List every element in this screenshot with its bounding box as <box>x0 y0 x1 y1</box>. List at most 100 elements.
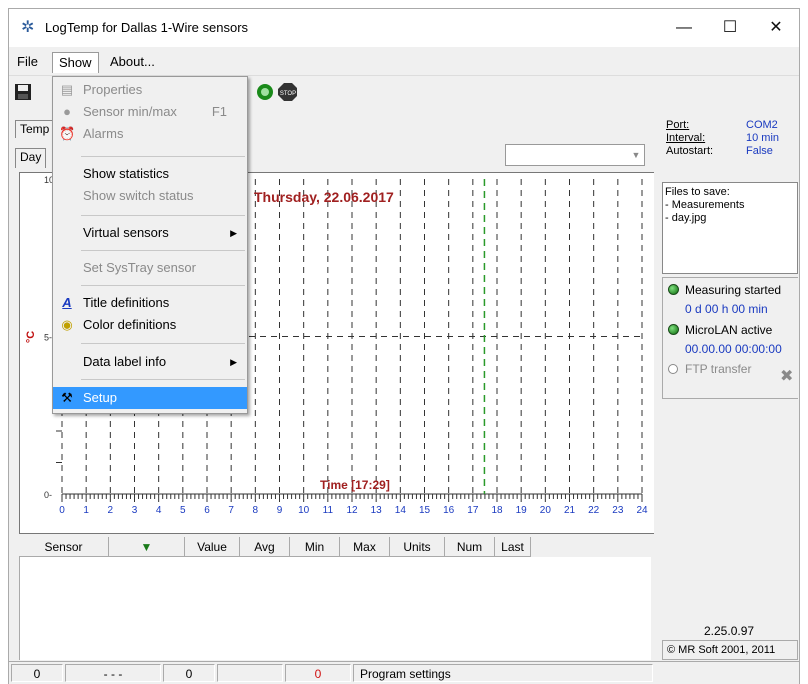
sort-down-icon: ▼ <box>140 540 153 554</box>
column-header-avg[interactable]: Avg <box>240 537 290 557</box>
port-label: Port: <box>666 119 690 131</box>
menu-separator <box>81 250 245 251</box>
menu-item-color-definitions[interactable]: ◉ Color definitions <box>53 314 247 336</box>
show-dropdown-menu: ▤ Properties ● Sensor min/max F1 ⏰ Alarm… <box>52 76 248 414</box>
info-box: Port: COM2 Interval: 10 min Autostart: F… <box>654 114 798 162</box>
ftp-radio[interactable] <box>668 364 678 374</box>
x-tick-label: 2 <box>108 505 114 516</box>
menu-item-label: Set SysTray sensor <box>83 260 196 275</box>
chart-time-label: Time [17:29] <box>320 478 390 492</box>
x-tick-label: 8 <box>253 505 259 516</box>
x-tick-label: 5 <box>180 505 186 516</box>
x-tick-label: 21 <box>564 505 576 516</box>
y-tick-label: 5- <box>44 333 52 343</box>
tab-day[interactable]: Day <box>15 148 47 168</box>
y-axis-unit-label: °C <box>25 331 37 343</box>
status-cell: 0 <box>11 664 63 682</box>
menu-item-title-definitions[interactable]: A Title definitions <box>53 292 247 314</box>
x-tick-label: 19 <box>516 505 528 516</box>
chevron-down-icon[interactable]: ▼ <box>630 149 642 161</box>
tools-icon: ⚒ <box>61 390 73 405</box>
column-header-max[interactable]: Max <box>340 537 390 557</box>
measuring-time: 0 d 00 h 00 min <box>685 302 768 316</box>
menu-item-label: Sensor min/max <box>83 104 177 119</box>
microlan-led-icon <box>668 324 679 335</box>
interval-value: 10 min <box>746 132 780 144</box>
menu-item-label: Alarms <box>83 126 124 141</box>
menu-item-show-switch-status[interactable]: Show switch status <box>53 185 247 207</box>
status-cell: - - - <box>65 664 161 682</box>
menu-item-setup[interactable]: ⚒ Setup <box>53 387 247 409</box>
y-tick-label: 0- <box>44 490 52 500</box>
menu-item-label: Virtual sensors <box>83 225 169 240</box>
maximize-button[interactable]: ☐ <box>707 9 753 47</box>
x-tick-label: 11 <box>323 505 334 516</box>
menu-item-alarms[interactable]: ⏰ Alarms <box>53 123 247 145</box>
menu-item-label: Setup <box>83 390 117 405</box>
column-header-min[interactable]: Min <box>290 537 340 557</box>
x-tick-label: 16 <box>443 505 455 516</box>
x-tick-label: 24 <box>636 505 648 516</box>
submenu-arrow-icon: ▶ <box>230 228 237 238</box>
menu-item-label: Title definitions <box>83 295 170 310</box>
x-tick-label: 4 <box>156 505 162 516</box>
ftp-disabled-icon: ✖ <box>780 368 794 385</box>
status-box: Measuring started 0 d 00 h 00 min MicroL… <box>662 277 798 399</box>
stop-icon[interactable]: STOP <box>277 82 297 102</box>
title-font-icon: A <box>62 295 72 310</box>
tab-temp[interactable]: Temp <box>15 120 55 138</box>
close-button[interactable]: ✕ <box>753 9 799 47</box>
x-tick-label: 17 <box>467 505 479 516</box>
menu-item-set-systray-sensor[interactable]: Set SysTray sensor <box>53 257 247 279</box>
file-item: - day.jpg <box>665 212 707 224</box>
properties-icon: ▤ <box>60 82 74 97</box>
menu-about[interactable]: About... <box>104 52 161 73</box>
column-header-last[interactable]: Last <box>495 537 531 557</box>
x-tick-label: 0 <box>59 505 65 516</box>
x-tick-label: 10 <box>298 505 310 516</box>
menu-item-label: Data label info <box>83 354 167 369</box>
status-bar: 0 - - - 0 0 Program settings <box>9 661 799 683</box>
column-header-value[interactable]: Value <box>185 537 240 557</box>
sort-column[interactable]: ▼ <box>109 537 185 557</box>
menu-file[interactable]: File <box>11 52 44 73</box>
sensor-select[interactable]: ▼ <box>505 144 645 166</box>
port-value: COM2 <box>746 119 778 131</box>
menu-item-sensor-minmax[interactable]: ● Sensor min/max F1 <box>53 101 247 123</box>
x-tick-label: 12 <box>346 505 358 516</box>
menu-item-virtual-sensors[interactable]: Virtual sensors ▶ <box>53 222 247 244</box>
column-header-num[interactable]: Num <box>445 537 495 557</box>
chart-date-title: Thursday, 22.06.2017 <box>254 189 394 205</box>
alarm-clock-icon: ⏰ <box>59 126 76 141</box>
start-icon[interactable] <box>255 82 275 102</box>
column-header-units[interactable]: Units <box>390 537 445 557</box>
menu-item-label: Show statistics <box>83 166 169 181</box>
x-tick-label: 18 <box>491 505 503 516</box>
x-tick-label: 7 <box>228 505 234 516</box>
minimize-button[interactable]: — <box>661 9 707 47</box>
menu-item-label: Show switch status <box>83 188 194 203</box>
interval-label: Interval: <box>666 132 706 144</box>
copyright-box: © MR Soft 2001, 2011 <box>662 640 798 660</box>
save-icon[interactable] <box>13 82 33 102</box>
x-tick-label: 14 <box>395 505 407 516</box>
app-logo-icon: ✲ <box>21 19 35 36</box>
menu-separator <box>81 343 245 344</box>
ftp-transfer-label: FTP transfer <box>685 362 752 376</box>
menu-show[interactable]: Show <box>52 52 99 73</box>
menu-item-label: Properties <box>83 82 143 97</box>
autostart-value: False <box>746 145 773 157</box>
status-cell <box>217 664 283 682</box>
menu-separator <box>81 285 245 286</box>
sensor-table-body[interactable] <box>19 557 651 660</box>
menu-item-data-label-info[interactable]: Data label info ▶ <box>53 351 247 373</box>
x-tick-label: 23 <box>612 505 624 516</box>
x-tick-label: 20 <box>540 505 552 516</box>
column-header-sensor[interactable]: Sensor <box>19 537 109 557</box>
menu-item-show-statistics[interactable]: Show statistics <box>53 163 247 185</box>
menu-item-properties[interactable]: ▤ Properties <box>53 79 247 101</box>
measuring-led-icon <box>668 284 679 295</box>
svg-text:STOP: STOP <box>280 91 296 97</box>
version-label: 2.25.0.97 <box>704 624 755 638</box>
microlan-status: MicroLAN active <box>685 323 773 337</box>
